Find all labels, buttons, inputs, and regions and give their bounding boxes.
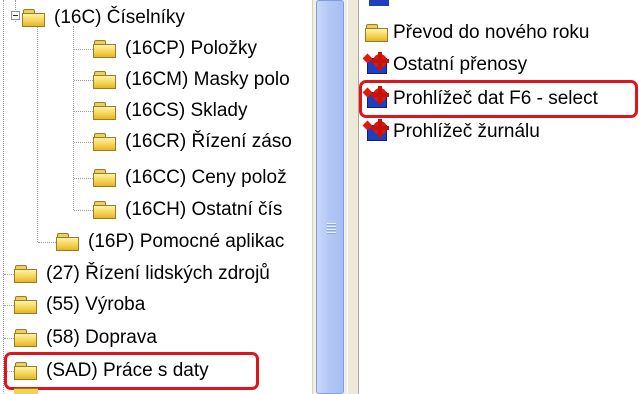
list-item-label: Ostatní přenosy	[393, 54, 528, 75]
tree-item-16cm[interactable]: (16CM) Masky polo	[93, 67, 292, 93]
tree-item-label: (16CM) Masky polo	[125, 69, 290, 90]
folder-icon	[22, 8, 46, 28]
tree-item-58[interactable]: (58) Doprava	[14, 325, 159, 351]
tree-item-55[interactable]: (55) Výroba	[14, 292, 147, 318]
gear-icon	[362, 52, 390, 77]
tree-item-16cp[interactable]: (16CP) Položky	[93, 36, 259, 62]
folder-icon	[93, 101, 117, 121]
folder-icon	[93, 70, 117, 90]
selection-highlight	[4, 352, 259, 390]
folder-icon	[14, 328, 38, 348]
folder-icon	[14, 264, 38, 284]
tree-item-16cs[interactable]: (16CS) Sklady	[93, 98, 250, 124]
tree-item-16cc[interactable]: (16CC) Ceny polož	[93, 165, 289, 191]
folder-icon	[93, 132, 117, 152]
tree-item-27[interactable]: (27) Řízení lidských zdrojů	[14, 261, 272, 287]
collapse-toggle[interactable]	[11, 11, 20, 20]
tree-item-label: (27) Řízení lidských zdrojů	[46, 263, 270, 284]
tree-item-label: (58) Doprava	[46, 327, 157, 348]
tree-item-label: (16CH) Ostatní čís	[125, 199, 283, 220]
folder-icon	[14, 295, 38, 315]
gear-icon	[362, 119, 390, 144]
folder-icon	[93, 200, 117, 220]
tree-line	[37, 22, 38, 242]
scrollbar-thumb[interactable]	[316, 0, 344, 394]
folder-icon	[365, 23, 389, 43]
tree-item-label: (16P) Pomocné aplikac	[88, 231, 285, 252]
tree-item-16cr[interactable]: (16CR) Řízení záso	[93, 129, 294, 155]
tree-item-16p[interactable]: (16P) Pomocné aplikac	[56, 229, 286, 255]
list-item-label: Prohlížeč žurnálu	[393, 121, 540, 142]
tree-item-16ch[interactable]: (16CH) Ostatní čís	[93, 197, 284, 223]
list-item-ostatni-prenosy[interactable]: Ostatní přenosy	[362, 52, 529, 78]
tree-item-label: (16CS) Sklady	[125, 100, 248, 121]
list-pane[interactable]: Převod do nového roku Ostatní přenosy Pr…	[359, 0, 639, 394]
tree-item-16c[interactable]: (16C) Číselníky	[22, 5, 187, 31]
pane-splitter[interactable]	[347, 0, 359, 394]
folder-icon	[14, 388, 38, 394]
folder-icon	[93, 168, 117, 188]
folder-icon	[56, 232, 80, 252]
tree-item-label: (16CC) Ceny polož	[125, 167, 287, 188]
tree-item-label: (16CR) Řízení záso	[125, 131, 292, 152]
tree-pane[interactable]: (16C) Číselníky (16CP) Položky (16CM) Ma…	[0, 0, 312, 394]
tree-item-label: (55) Výroba	[46, 294, 146, 315]
tree-item-label: (16CP) Položky	[125, 38, 257, 59]
tree-line	[73, 26, 74, 210]
list-item-prohlizec-zurnalu[interactable]: Prohlížeč žurnálu	[362, 119, 542, 145]
tree-line	[3, 0, 4, 394]
list-item-label: Převod do nového roku	[393, 22, 590, 43]
list-item-prevod[interactable]: Převod do nového roku	[365, 20, 591, 46]
selection-highlight	[359, 80, 638, 118]
folder-icon	[93, 39, 117, 59]
tree-scrollbar[interactable]	[312, 0, 347, 394]
tree-item-label: (16C) Číselníky	[54, 7, 185, 28]
gear-icon	[369, 0, 389, 6]
